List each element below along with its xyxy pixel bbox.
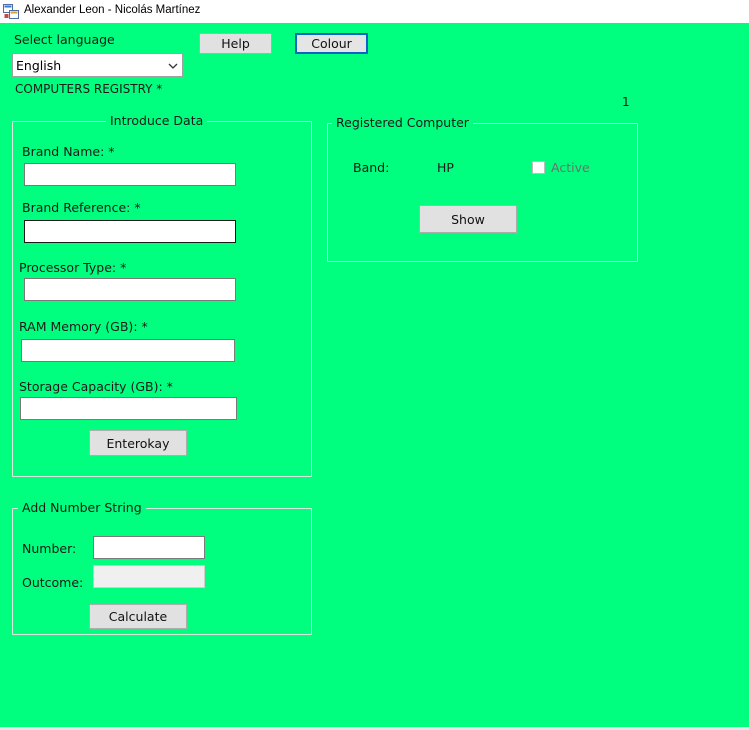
window-title: Alexander Leon - Nicolás Martínez bbox=[24, 4, 201, 16]
form-client-area: Select language English Help Colour COMP… bbox=[0, 23, 749, 727]
brand-reference-label: Brand Reference: * bbox=[22, 200, 141, 215]
storage-capacity-label: Storage Capacity (GB): * bbox=[19, 379, 173, 394]
brand-name-input[interactable] bbox=[24, 163, 236, 186]
brand-name-label: Brand Name: * bbox=[22, 144, 115, 159]
introduce-data-group: Introduce Data Brand Name: * Brand Refer… bbox=[12, 113, 312, 477]
add-number-legend: Add Number String bbox=[18, 500, 146, 515]
outcome-label: Outcome: bbox=[22, 575, 84, 590]
registered-computer-legend: Registered Computer bbox=[332, 115, 473, 130]
title-bar: Alexander Leon - Nicolás Martínez bbox=[0, 0, 749, 23]
brand-reference-input[interactable] bbox=[24, 220, 236, 243]
number-label: Number: bbox=[22, 541, 77, 556]
app-form-icon bbox=[3, 4, 19, 19]
show-button[interactable]: Show bbox=[419, 205, 517, 233]
help-button[interactable]: Help bbox=[199, 33, 272, 54]
language-dropdown[interactable]: English bbox=[12, 53, 183, 77]
processor-type-input[interactable] bbox=[24, 278, 236, 301]
language-selected-value: English bbox=[16, 58, 62, 73]
introduce-data-legend: Introduce Data bbox=[106, 113, 208, 128]
outcome-field bbox=[93, 565, 205, 588]
registry-counter: 1 bbox=[622, 95, 630, 109]
add-number-group: Add Number String Number: Outcome: Calcu… bbox=[12, 500, 312, 635]
number-input[interactable] bbox=[93, 536, 205, 559]
band-value: HP bbox=[437, 160, 454, 175]
band-label: Band: bbox=[353, 160, 390, 175]
registered-computer-group: Registered Computer Band: HP Active Show bbox=[327, 115, 638, 262]
enterokay-button[interactable]: Enterokay bbox=[89, 430, 187, 456]
select-language-label: Select language bbox=[14, 32, 115, 47]
calculate-button[interactable]: Calculate bbox=[89, 604, 187, 629]
colour-button[interactable]: Colour bbox=[295, 33, 368, 54]
ram-memory-input[interactable] bbox=[21, 339, 235, 362]
processor-type-label: Processor Type: * bbox=[19, 260, 127, 275]
ram-memory-label: RAM Memory (GB): * bbox=[19, 319, 148, 334]
storage-capacity-input[interactable] bbox=[20, 397, 237, 420]
registry-title: COMPUTERS REGISTRY * bbox=[15, 82, 163, 96]
active-label: Active bbox=[551, 160, 590, 175]
chevron-down-icon bbox=[168, 63, 178, 69]
active-checkbox[interactable] bbox=[532, 161, 545, 174]
